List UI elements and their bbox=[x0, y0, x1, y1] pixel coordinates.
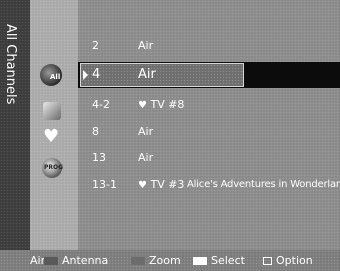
channel-type-wrap: ♥ TV #8 bbox=[138, 95, 184, 116]
heart-icon: ♥ bbox=[43, 126, 60, 147]
programmed-icon-label: PROG bbox=[44, 164, 64, 171]
select-label: Select bbox=[211, 254, 245, 267]
antenna-button[interactable]: Antenna bbox=[44, 250, 108, 271]
channel-type: TV #3 bbox=[150, 178, 185, 191]
channel-row[interactable]: 13-1 ♥ TV #3 Alice's Adventures in Wonde… bbox=[78, 175, 340, 195]
programmed-icon[interactable]: PROG bbox=[42, 158, 64, 178]
red-key-icon bbox=[44, 257, 58, 265]
green-key-icon bbox=[131, 257, 145, 265]
channel-number: 4-2 bbox=[92, 98, 110, 111]
heart-icon: ♥ bbox=[138, 100, 147, 111]
option-icon bbox=[263, 257, 272, 265]
bottom-button-bar: Air Antenna Zoom Select Option bbox=[0, 250, 340, 271]
channel-number: 8 bbox=[92, 125, 99, 138]
channel-row[interactable]: 2 Air bbox=[78, 36, 340, 56]
option-button[interactable]: Option bbox=[263, 250, 313, 271]
channel-row[interactable]: 8 Air bbox=[78, 122, 340, 142]
channel-type: Air bbox=[138, 39, 154, 52]
channel-type: Air bbox=[138, 67, 156, 82]
zoom-button[interactable]: Zoom bbox=[131, 250, 181, 271]
mode-icon-column: All ♥ PROG bbox=[30, 0, 78, 250]
channel-row[interactable]: 13 Air bbox=[78, 148, 340, 168]
channel-row-selected[interactable]: 4 Air bbox=[78, 62, 340, 88]
channel-type: Air bbox=[138, 151, 154, 164]
side-title-strip: All Channels bbox=[0, 0, 30, 250]
channel-number: 13-1 bbox=[92, 178, 117, 191]
channel-number: 4 bbox=[92, 67, 101, 82]
channel-list-screen: All Channels All ♥ PROG 2 Air 4 Air 4-2 … bbox=[0, 0, 340, 271]
page-title: All Channels bbox=[3, 24, 18, 105]
program-title: Alice's Adventures in Wonderland bbox=[187, 179, 340, 190]
channel-number: 13 bbox=[92, 151, 106, 164]
all-channels-icon[interactable]: All bbox=[40, 64, 62, 86]
yellow-key-icon bbox=[193, 257, 207, 265]
channel-list: 2 Air 4 Air 4-2 ♥ TV #8 8 Air 13 Air 13-… bbox=[78, 0, 340, 250]
channel-type: TV #8 bbox=[150, 98, 185, 111]
zoom-label: Zoom bbox=[149, 254, 181, 267]
antenna-label: Antenna bbox=[62, 254, 109, 267]
added-channels-icon[interactable] bbox=[43, 102, 61, 120]
option-label: Option bbox=[276, 254, 313, 267]
channel-row[interactable]: 4-2 ♥ TV #8 bbox=[78, 95, 340, 115]
select-button[interactable]: Select bbox=[193, 250, 245, 271]
channel-type: Air bbox=[138, 125, 154, 138]
channel-number: 2 bbox=[92, 39, 99, 52]
source-label: Air bbox=[30, 254, 46, 267]
channel-type-wrap: ♥ TV #3 bbox=[138, 175, 184, 196]
heart-icon: ♥ bbox=[138, 180, 147, 191]
all-channels-icon-label: All bbox=[50, 73, 61, 81]
favorite-channels-icon[interactable]: ♥ bbox=[43, 126, 61, 149]
